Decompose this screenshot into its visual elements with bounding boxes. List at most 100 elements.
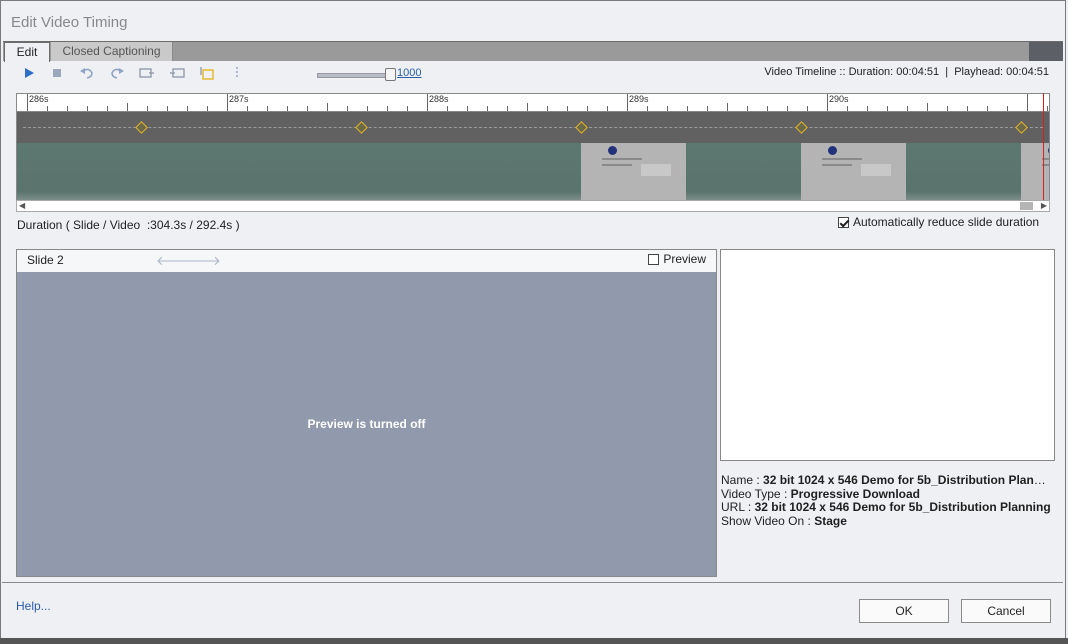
ruler-tick <box>767 106 768 111</box>
ruler-tick <box>127 103 128 111</box>
ruler-tick <box>1027 94 1028 111</box>
ruler-tick <box>327 103 328 111</box>
ruler-tick <box>947 106 948 111</box>
ok-button[interactable]: OK <box>859 599 949 623</box>
ruler-tick <box>487 106 488 111</box>
ruler-tick <box>107 106 108 111</box>
ruler-tick <box>467 106 468 111</box>
insert-slide-icon[interactable] <box>198 64 216 82</box>
video-track[interactable] <box>16 143 1050 200</box>
show-video-on-row: Show Video On : Stage <box>721 514 847 528</box>
taskbar-strip <box>0 638 1068 644</box>
playhead[interactable] <box>1043 93 1044 200</box>
ruler-tick <box>427 94 428 111</box>
next-slide-icon[interactable]: 🡒 <box>186 253 221 269</box>
ruler-tick <box>627 94 628 111</box>
ruler-tick <box>187 106 188 111</box>
timeline-scrollbar[interactable]: ◀ ▶ <box>16 200 1050 212</box>
ruler-tick <box>907 106 908 111</box>
ruler-tick <box>667 106 668 111</box>
preview-label: Preview <box>663 252 706 266</box>
ruler-tick <box>1047 106 1048 111</box>
undo-icon[interactable] <box>78 64 96 82</box>
tab-edit[interactable]: Edit <box>4 42 50 62</box>
show-video-on-value: Stage <box>814 514 847 528</box>
ruler-tick <box>147 106 148 111</box>
help-link[interactable]: Help... <box>16 599 51 613</box>
join-icon[interactable] <box>168 64 186 82</box>
slide-preview-panel: Slide 2 🡐 🡒 Preview Preview is turned of… <box>16 249 717 577</box>
ruler-tick <box>407 106 408 111</box>
ruler-tick <box>827 94 828 111</box>
tab-strip: Edit Closed Captioning <box>3 41 1063 62</box>
keyframe-marker[interactable] <box>135 121 148 134</box>
ruler-tick <box>647 106 648 111</box>
zoom-value[interactable]: 1000 <box>397 67 421 79</box>
ruler-tick <box>887 106 888 111</box>
ruler-tick-label: 286s <box>29 94 49 104</box>
ruler-tick <box>507 106 508 111</box>
ruler-tick <box>167 106 168 111</box>
zoom-slider-track[interactable] <box>317 73 395 78</box>
checkbox-checked-icon[interactable] <box>838 216 849 228</box>
dialog-title: Edit Video Timing <box>11 14 128 31</box>
ruler-tick <box>387 106 388 111</box>
timeline-ruler[interactable]: 286s 287s 288s 289s 290s <box>16 93 1050 112</box>
auto-reduce-label: Automatically reduce slide duration <box>853 215 1040 229</box>
stop-icon[interactable] <box>48 64 66 82</box>
marker-icon[interactable] <box>228 64 246 82</box>
auto-reduce-checkbox[interactable]: Automatically reduce slide duration <box>838 215 1039 229</box>
keyframe-guide-line <box>23 127 1043 128</box>
redo-icon[interactable] <box>108 64 126 82</box>
ruler-tick <box>1007 106 1008 111</box>
scroll-left-icon[interactable]: ◀ <box>19 201 25 211</box>
split-icon[interactable] <box>138 64 156 82</box>
ruler-tick <box>347 106 348 111</box>
ruler-tick <box>807 106 808 111</box>
ruler-tick <box>987 106 988 111</box>
scrollbar-thumb[interactable] <box>1020 202 1033 210</box>
ruler-tick-label: 290s <box>829 94 849 104</box>
keyframe-marker[interactable] <box>1015 121 1028 134</box>
ruler-tick <box>307 106 308 111</box>
ruler-tick <box>727 103 728 111</box>
preview-area: Preview is turned off <box>17 272 716 576</box>
timeline-info: Video Timeline :: Duration: 00:04:51 | P… <box>764 66 1049 78</box>
ruler-tick <box>867 106 868 111</box>
video-thumbnail <box>581 143 686 200</box>
ruler-tick-label: 287s <box>229 94 249 104</box>
zoom-slider-thumb[interactable] <box>385 68 396 81</box>
keyframe-marker[interactable] <box>795 121 808 134</box>
keyframe-marker[interactable] <box>575 121 588 134</box>
ruler-tick <box>707 106 708 111</box>
duration-text: Duration ( Slide / Video :304.3s / 292.4… <box>17 218 240 232</box>
video-info: Name : 32 bit 1024 x 546 Demo for 5b_Dis… <box>721 474 1051 528</box>
play-icon[interactable] <box>20 64 38 82</box>
preview-off-message: Preview is turned off <box>307 417 426 431</box>
ruler-tick <box>207 106 208 111</box>
ruler-tick <box>587 106 588 111</box>
ruler-tick <box>447 106 448 111</box>
preview-checkbox[interactable]: Preview <box>648 252 706 266</box>
video-type-row: Video Type : Progressive Download <box>721 487 920 501</box>
scroll-right-icon[interactable]: ▶ <box>1041 201 1047 211</box>
cancel-button[interactable]: Cancel <box>961 599 1051 623</box>
ruler-tick <box>787 106 788 111</box>
ruler-tick <box>367 106 368 111</box>
ruler-tick-label: 288s <box>429 94 449 104</box>
ruler-tick <box>27 94 28 111</box>
ruler-tick <box>267 106 268 111</box>
ruler-tick <box>967 106 968 111</box>
ruler-tick <box>687 106 688 111</box>
slide-name: Slide 2 <box>27 253 64 267</box>
checkbox-unchecked-icon[interactable] <box>648 253 660 265</box>
ruler-tick <box>287 106 288 111</box>
ruler-tick <box>227 94 228 111</box>
ruler-tick <box>747 106 748 111</box>
tab-closed-captioning[interactable]: Closed Captioning <box>51 42 173 61</box>
ruler-tick <box>567 106 568 111</box>
ruler-tick <box>527 103 528 111</box>
keyframe-marker[interactable] <box>355 121 368 134</box>
ruler-tick <box>67 106 68 111</box>
keyframe-track[interactable] <box>16 112 1050 143</box>
